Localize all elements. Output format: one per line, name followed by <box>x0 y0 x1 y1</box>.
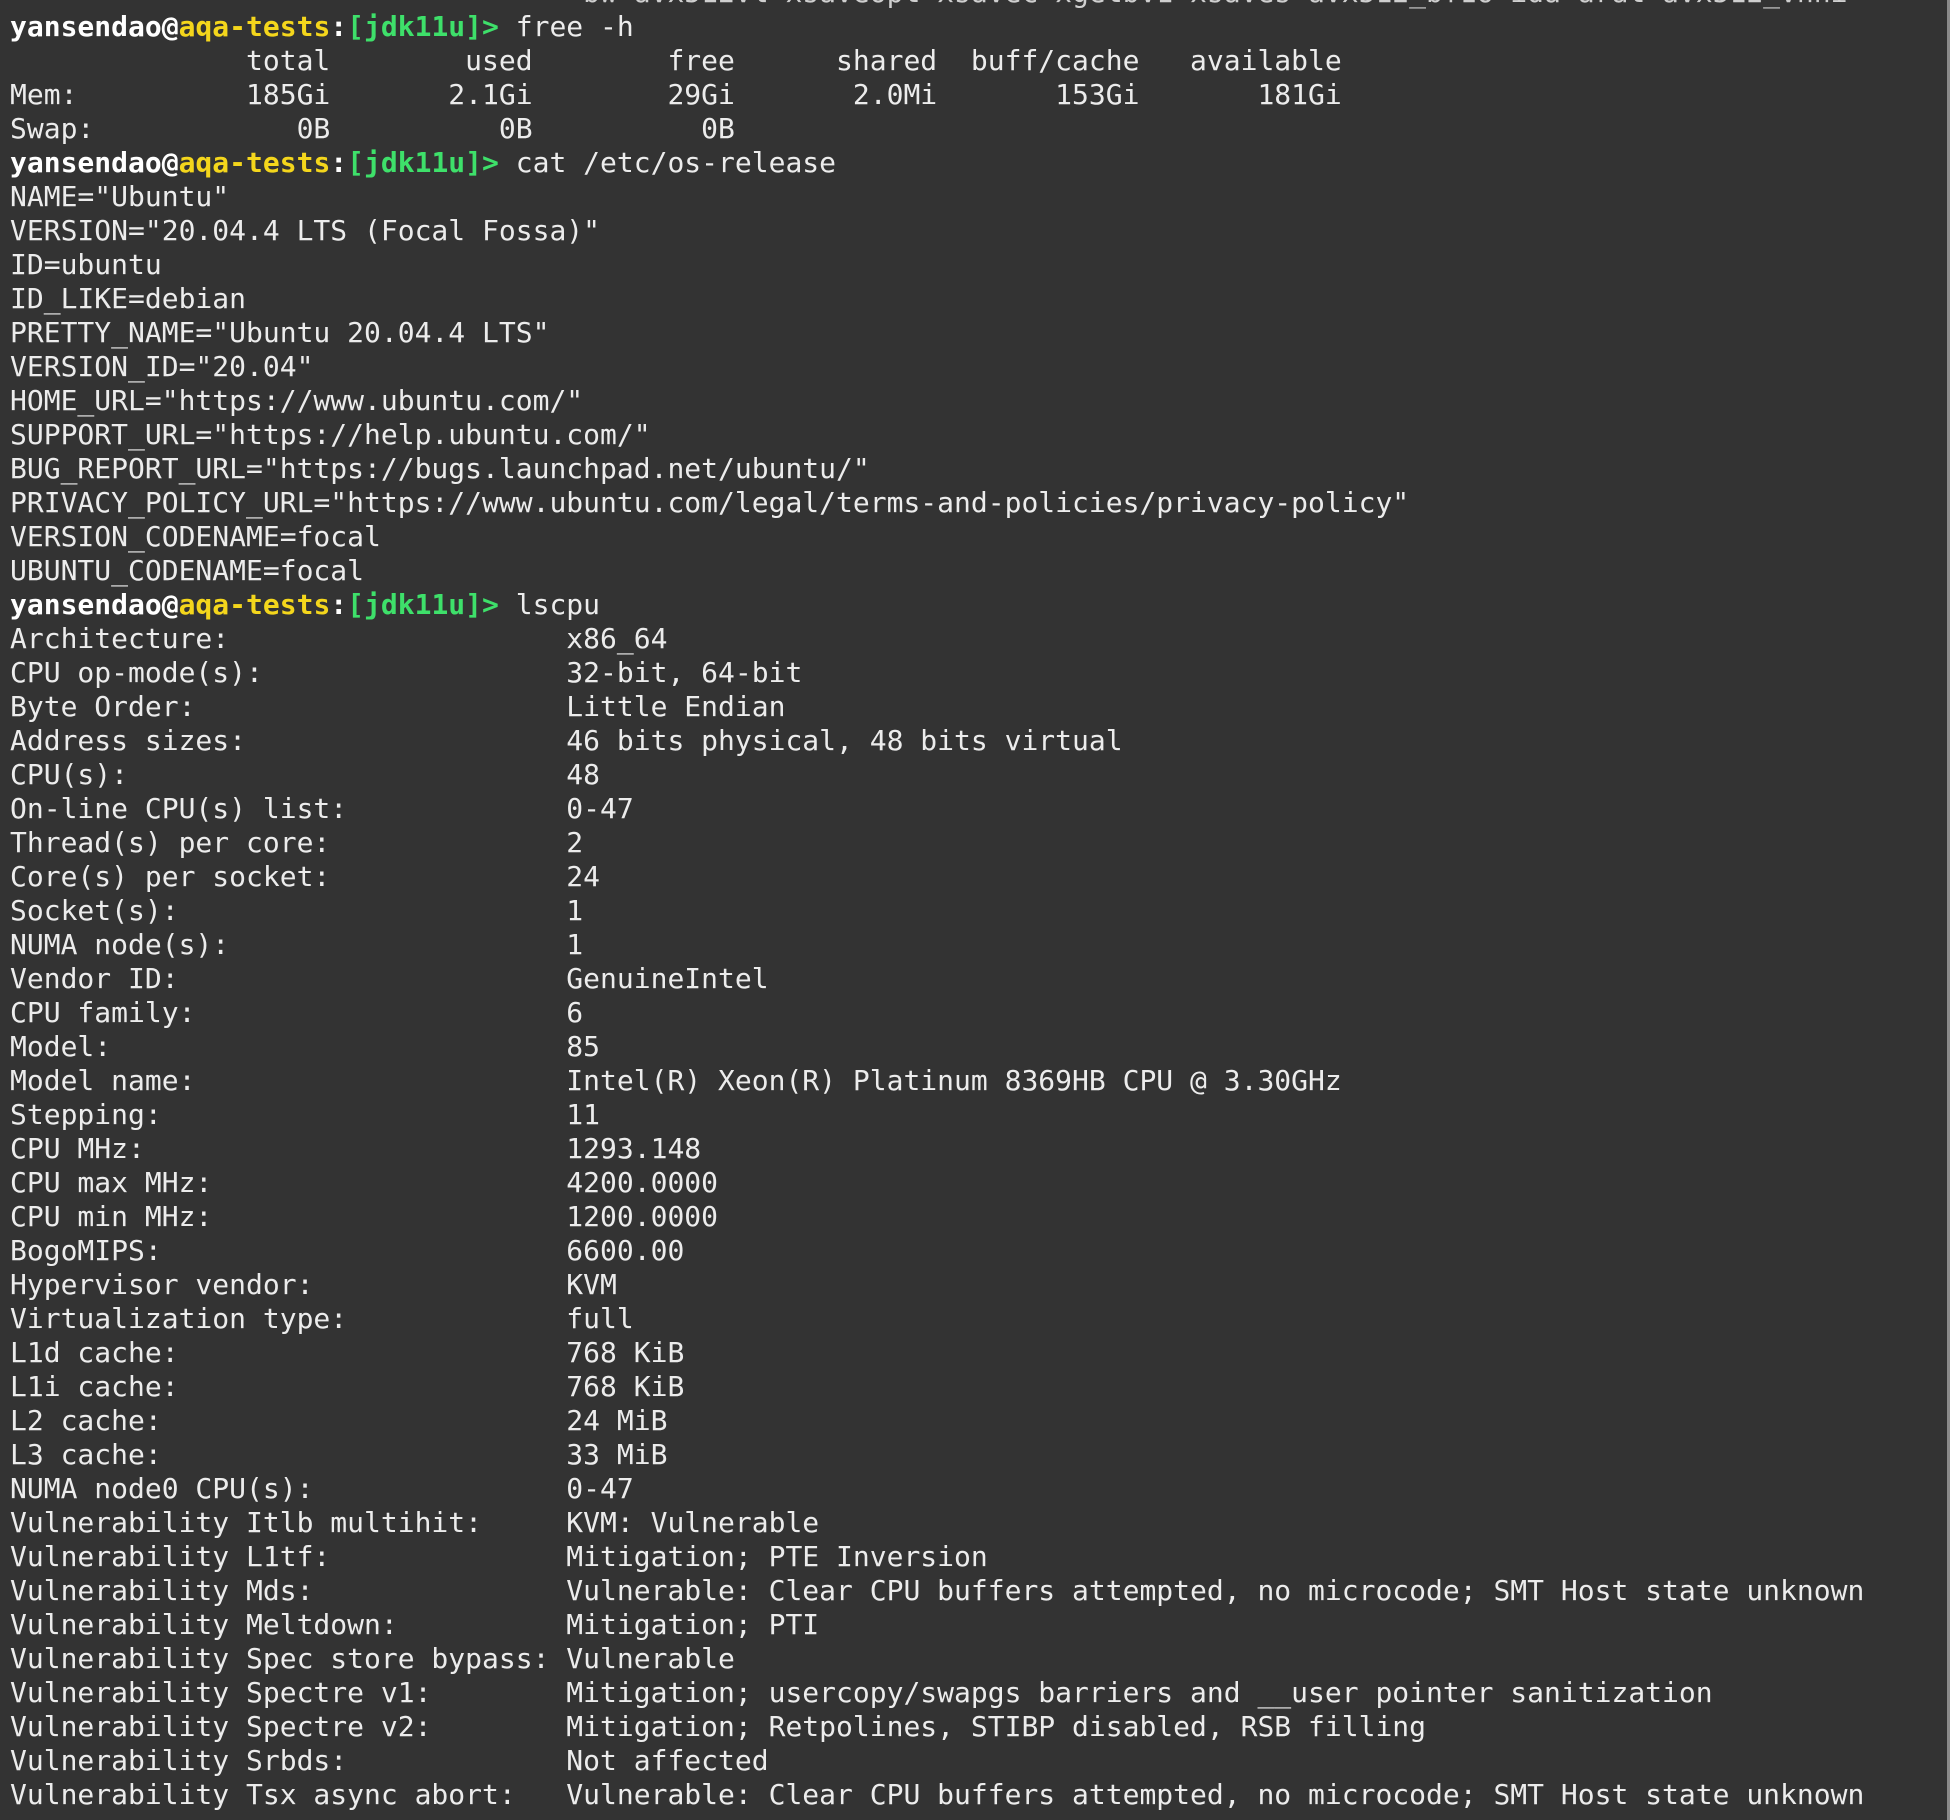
clipped-output-line: bw avx512vl xsaveopt xsavec xgetbv1 xsav… <box>10 0 1864 10</box>
output-line: Thread(s) per core: 2 <box>10 826 584 859</box>
output-line: HOME_URL="https://www.ubuntu.com/" <box>10 384 584 417</box>
prompt-user: yansendao <box>10 146 162 179</box>
output-line: Vulnerability Tsx async abort: Vulnerabl… <box>10 1778 1865 1811</box>
prompt-dir: [jdk11u]> <box>347 588 499 621</box>
output-line: L3 cache: 33 MiB <box>10 1438 668 1471</box>
output-line: Model name: Intel(R) Xeon(R) Platinum 83… <box>10 1064 1342 1097</box>
output-line: Vulnerability L1tf: Mitigation; PTE Inve… <box>10 1540 988 1573</box>
prompt-at: @ <box>161 146 179 179</box>
output-line: On-line CPU(s) list: 0-47 <box>10 792 634 825</box>
command-free: free -h <box>515 10 634 43</box>
prompt-host: aqa-tests <box>178 10 331 43</box>
output-line: Vulnerability Spec store bypass: Vulnera… <box>10 1642 735 1675</box>
prompt-line-os-release: yansendao@aqa-tests:[jdk11u]> cat /etc/o… <box>10 146 1864 180</box>
output-line: ID_LIKE=debian <box>10 282 247 315</box>
output-line: Byte Order: Little Endian <box>10 690 786 723</box>
output-line: ID=ubuntu <box>10 248 162 281</box>
output-line: CPU max MHz: 4200.0000 <box>10 1166 719 1199</box>
output-line: CPU family: 6 <box>10 996 584 1029</box>
output-line: Core(s) per socket: 24 <box>10 860 601 893</box>
output-line: Vulnerability Meltdown: Mitigation; PTI <box>10 1608 820 1641</box>
prompt-at: @ <box>161 588 179 621</box>
output-line: PRETTY_NAME="Ubuntu 20.04.4 LTS" <box>10 316 550 349</box>
output-line: Vendor ID: GenuineIntel <box>10 962 769 995</box>
terminal-window[interactable]: bw avx512vl xsaveopt xsavec xgetbv1 xsav… <box>0 0 1950 1820</box>
output-line: CPU op-mode(s): 32-bit, 64-bit <box>10 656 803 689</box>
output-line: PRIVACY_POLICY_URL="https://www.ubuntu.c… <box>10 486 1410 519</box>
prompt-dir: [jdk11u]> <box>347 146 499 179</box>
output-line: Address sizes: 46 bits physical, 48 bits… <box>10 724 1123 757</box>
output-line: CPU min MHz: 1200.0000 <box>10 1200 719 1233</box>
prompt-at: @ <box>161 10 179 43</box>
output-line: Vulnerability Itlb multihit: KVM: Vulner… <box>10 1506 820 1539</box>
output-line: Stepping: 11 <box>10 1098 601 1131</box>
output-line: Vulnerability Srbds: Not affected <box>10 1744 769 1777</box>
output-line: NUMA node(s): 1 <box>10 928 584 961</box>
command-lscpu: lscpu <box>515 588 601 621</box>
prompt-user: yansendao <box>10 10 162 43</box>
output-line: Virtualization type: full <box>10 1302 634 1335</box>
output-line: SUPPORT_URL="https://help.ubuntu.com/" <box>10 418 651 451</box>
prompt-dir: [jdk11u]> <box>347 10 499 43</box>
output-line: NAME="Ubuntu" <box>10 180 230 213</box>
prompt-user: yansendao <box>10 588 162 621</box>
output-line: Architecture: x86_64 <box>10 622 668 655</box>
output-line: Hypervisor vendor: KVM <box>10 1268 617 1301</box>
output-line: L1d cache: 768 KiB <box>10 1336 685 1369</box>
output-line: Vulnerability Spectre v2: Mitigation; Re… <box>10 1710 1427 1743</box>
output-line: Vulnerability Spectre v1: Mitigation; us… <box>10 1676 1713 1709</box>
output-line: L2 cache: 24 MiB <box>10 1404 668 1437</box>
prompt-line-lscpu: yansendao@aqa-tests:[jdk11u]> lscpu <box>10 588 1864 622</box>
output-line: NUMA node0 CPU(s): 0-47 <box>10 1472 634 1505</box>
output-line: BUG_REPORT_URL="https://bugs.launchpad.n… <box>10 452 870 485</box>
output-line: VERSION_ID="20.04" <box>10 350 314 383</box>
output-line: CPU(s): 48 <box>10 758 601 791</box>
output-line: Mem: 185Gi 2.1Gi 29Gi 2.0Mi 153Gi 181Gi <box>10 78 1342 111</box>
output-line: BogoMIPS: 6600.00 <box>10 1234 685 1267</box>
output-line: CPU MHz: 1293.148 <box>10 1132 702 1165</box>
output-line: Socket(s): 1 <box>10 894 584 927</box>
output-line: L1i cache: 768 KiB <box>10 1370 685 1403</box>
output-line: Vulnerability Mds: Vulnerable: Clear CPU… <box>10 1574 1865 1607</box>
terminal-output[interactable]: bw avx512vl xsaveopt xsavec xgetbv1 xsav… <box>10 0 1864 1812</box>
command-os-release: cat /etc/os-release <box>515 146 837 179</box>
prompt-colon: : <box>330 146 348 179</box>
prompt-line-free: yansendao@aqa-tests:[jdk11u]> free -h <box>10 10 1864 44</box>
output-line: total used free shared buff/cache availa… <box>10 44 1342 77</box>
output-line: VERSION="20.04.4 LTS (Focal Fossa)" <box>10 214 601 247</box>
output-line: Model: 85 <box>10 1030 601 1063</box>
prompt-host: aqa-tests <box>178 146 331 179</box>
prompt-colon: : <box>330 10 348 43</box>
prompt-colon: : <box>330 588 348 621</box>
output-line: VERSION_CODENAME=focal <box>10 520 381 553</box>
output-line: Swap: 0B 0B 0B <box>10 112 735 145</box>
output-line: UBUNTU_CODENAME=focal <box>10 554 365 587</box>
prompt-host: aqa-tests <box>178 588 331 621</box>
